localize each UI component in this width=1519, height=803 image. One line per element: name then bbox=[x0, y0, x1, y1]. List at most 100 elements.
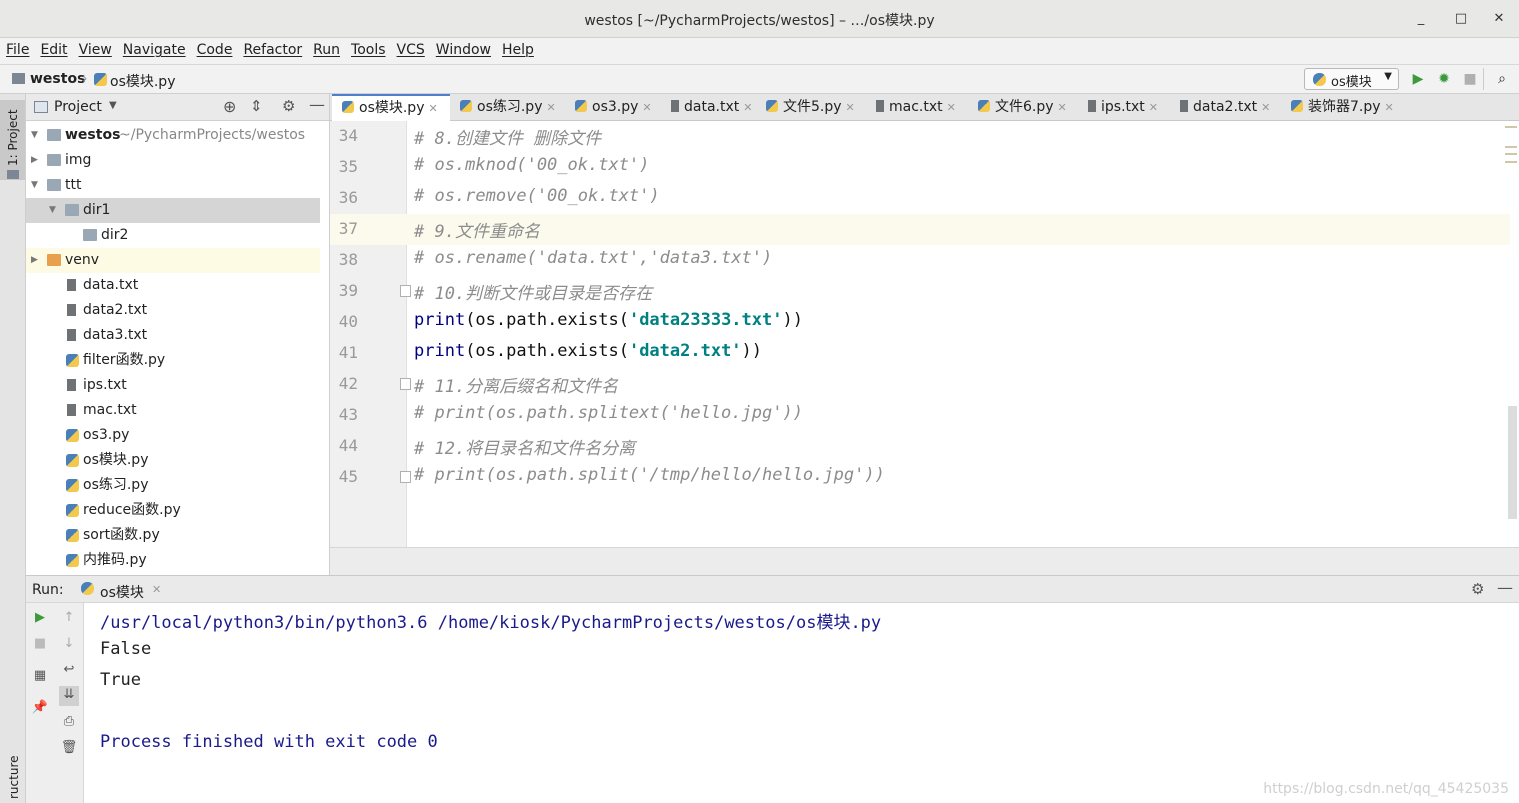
menu-view[interactable]: View bbox=[73, 38, 117, 58]
scroll-up-icon[interactable]: ↑ bbox=[60, 609, 78, 627]
editor-tab[interactable]: mac.txt ✕ bbox=[866, 94, 968, 121]
menu-file[interactable]: File bbox=[0, 38, 34, 58]
close-tab-icon[interactable]: ✕ bbox=[1385, 101, 1394, 114]
menu-run[interactable]: Run bbox=[307, 38, 345, 58]
menu-vcs[interactable]: VCS bbox=[391, 38, 430, 58]
print-icon[interactable]: ⎙ bbox=[60, 713, 78, 731]
rerun-icon[interactable]: ▶ bbox=[31, 609, 49, 627]
code-editor[interactable]: 34 # 8.创建文件 删除文件 35 # os.mknod('00_ok.txt')… bbox=[330, 121, 1519, 547]
scroll-to-end-icon[interactable]: ⇊ bbox=[59, 686, 79, 706]
chevron-down-icon[interactable]: ▼ bbox=[109, 100, 117, 111]
python-file-icon bbox=[66, 454, 79, 467]
hide-panel-icon[interactable]: — bbox=[1497, 578, 1513, 597]
code-token: )) bbox=[741, 341, 763, 361]
editor-tab[interactable]: 装饰器7.py ✕ bbox=[1281, 94, 1394, 121]
tree-item[interactable]: data3.txt bbox=[26, 323, 320, 348]
run-icon[interactable]: ▶ bbox=[1409, 70, 1427, 88]
editor-tab[interactable]: 文件5.py ✕ bbox=[756, 94, 866, 121]
tree-item[interactable]: dir2 bbox=[26, 223, 320, 248]
console-line: True bbox=[100, 670, 141, 690]
close-tab-icon[interactable]: ✕ bbox=[1058, 101, 1067, 114]
editor-tab[interactable]: os3.py ✕ bbox=[565, 94, 661, 121]
editor-tab[interactable]: data2.txt ✕ bbox=[1170, 94, 1281, 121]
close-button[interactable]: ✕ bbox=[1489, 9, 1509, 29]
tree-item[interactable]: ips.txt bbox=[26, 373, 320, 398]
code-line: 34 # 8.创建文件 删除文件 bbox=[330, 121, 1510, 152]
menu-refactor[interactable]: Refactor bbox=[237, 38, 307, 58]
editor-tab[interactable]: data.txt ✕ bbox=[661, 94, 756, 121]
close-tab-icon[interactable]: ✕ bbox=[947, 101, 956, 114]
tree-item[interactable]: reduce函数.py bbox=[26, 498, 320, 523]
project-panel-title[interactable]: Project bbox=[54, 99, 102, 115]
tree-item[interactable]: ▶ img bbox=[26, 148, 320, 173]
expand-arrow-icon[interactable]: ▶ bbox=[31, 148, 38, 173]
run-tab-label[interactable]: os模块 bbox=[100, 582, 144, 602]
editor-tab[interactable]: ips.txt ✕ bbox=[1078, 94, 1170, 121]
menu-navigate[interactable]: Navigate bbox=[117, 38, 191, 58]
editor-tab[interactable]: 文件6.py ✕ bbox=[968, 94, 1078, 121]
minimize-button[interactable]: _ bbox=[1411, 9, 1431, 29]
structure-tool-tab[interactable]: ructure bbox=[7, 756, 21, 800]
pin-icon[interactable]: 📌 bbox=[31, 699, 49, 717]
tree-item[interactable]: data.txt bbox=[26, 273, 320, 298]
expand-arrow-icon[interactable]: ▼ bbox=[49, 198, 56, 223]
close-tab-icon[interactable]: ✕ bbox=[152, 583, 161, 596]
menu-edit[interactable]: Edit bbox=[34, 38, 72, 58]
close-tab-icon[interactable]: ✕ bbox=[546, 101, 555, 114]
expand-arrow-icon[interactable]: ▼ bbox=[31, 123, 38, 148]
editor-tab[interactable]: os练习.py ✕ bbox=[450, 94, 565, 121]
breadcrumb-project[interactable]: westos bbox=[30, 71, 85, 87]
tree-item[interactable]: os模块.py bbox=[26, 448, 320, 473]
close-tab-icon[interactable]: ✕ bbox=[428, 102, 437, 115]
tree-item[interactable]: os3.py bbox=[26, 423, 320, 448]
editor-tab-label: ips.txt bbox=[1101, 99, 1145, 115]
menu-tools[interactable]: Tools bbox=[345, 38, 391, 58]
expand-arrow-icon[interactable]: ▶ bbox=[31, 248, 38, 273]
soft-wrap-icon[interactable]: ↩ bbox=[60, 661, 78, 679]
project-tool-tab[interactable]: 1: Project bbox=[0, 100, 25, 180]
tree-item[interactable]: ▼ ttt bbox=[26, 173, 320, 198]
tree-item[interactable]: ▶ venv bbox=[26, 248, 320, 273]
close-tab-icon[interactable]: ✕ bbox=[846, 101, 855, 114]
fold-marker-icon[interactable] bbox=[400, 378, 411, 390]
hide-panel-icon[interactable]: — bbox=[309, 95, 325, 114]
gear-icon[interactable]: ⚙ bbox=[282, 97, 295, 115]
close-tab-icon[interactable]: ✕ bbox=[642, 101, 651, 114]
close-tab-icon[interactable]: ✕ bbox=[1149, 101, 1158, 114]
search-icon[interactable]: ⌕ bbox=[1493, 70, 1511, 88]
close-tab-icon[interactable]: ✕ bbox=[1261, 101, 1270, 114]
run-configuration-select[interactable]: os模块 ▼ bbox=[1304, 68, 1399, 90]
close-tab-icon[interactable]: ✕ bbox=[743, 101, 752, 114]
folder-icon bbox=[47, 129, 61, 141]
trash-icon[interactable]: 🗑 bbox=[60, 739, 78, 757]
menu-help[interactable]: Help bbox=[496, 38, 539, 58]
tree-item[interactable]: 内推码.py bbox=[26, 548, 320, 573]
stop-icon[interactable]: ■ bbox=[31, 635, 49, 653]
tree-item[interactable]: filter函数.py bbox=[26, 348, 320, 373]
locate-icon[interactable]: ⊕ bbox=[223, 97, 236, 116]
collapse-all-icon[interactable]: ⇕ bbox=[250, 97, 263, 115]
stop-icon[interactable]: ■ bbox=[1461, 70, 1479, 88]
tree-item[interactable]: mac.txt bbox=[26, 398, 320, 423]
tree-root[interactable]: ▼ westos ~/PycharmProjects/westos bbox=[26, 123, 320, 148]
tree-item[interactable]: ▼ dir1 bbox=[26, 198, 320, 223]
menu-window[interactable]: Window bbox=[430, 38, 496, 58]
fold-marker-icon[interactable] bbox=[400, 285, 411, 297]
expand-arrow-icon[interactable]: ▼ bbox=[31, 173, 38, 198]
python-icon bbox=[1313, 73, 1326, 86]
tree-item[interactable]: os练习.py bbox=[26, 473, 320, 498]
fold-marker-icon[interactable] bbox=[400, 471, 411, 483]
maximize-button[interactable]: □ bbox=[1451, 9, 1471, 29]
run-console[interactable]: https://blog.csdn.net/qq_45425035 /usr/l… bbox=[84, 603, 1519, 803]
tree-item-label: sort函数.py bbox=[83, 527, 160, 543]
layout-icon[interactable]: ▦ bbox=[31, 667, 49, 685]
scroll-down-icon[interactable]: ↓ bbox=[60, 635, 78, 653]
tree-item[interactable]: data2.txt bbox=[26, 298, 320, 323]
editor-scrollbar[interactable] bbox=[1508, 406, 1517, 519]
breadcrumb-file[interactable]: os模块.py bbox=[110, 71, 175, 91]
editor-tab[interactable]: os模块.py ✕ bbox=[332, 94, 450, 121]
gear-icon[interactable]: ⚙ bbox=[1471, 580, 1484, 598]
menu-code[interactable]: Code bbox=[191, 38, 238, 58]
debug-icon[interactable]: ✹ bbox=[1435, 70, 1453, 88]
tree-item[interactable]: sort函数.py bbox=[26, 523, 320, 548]
